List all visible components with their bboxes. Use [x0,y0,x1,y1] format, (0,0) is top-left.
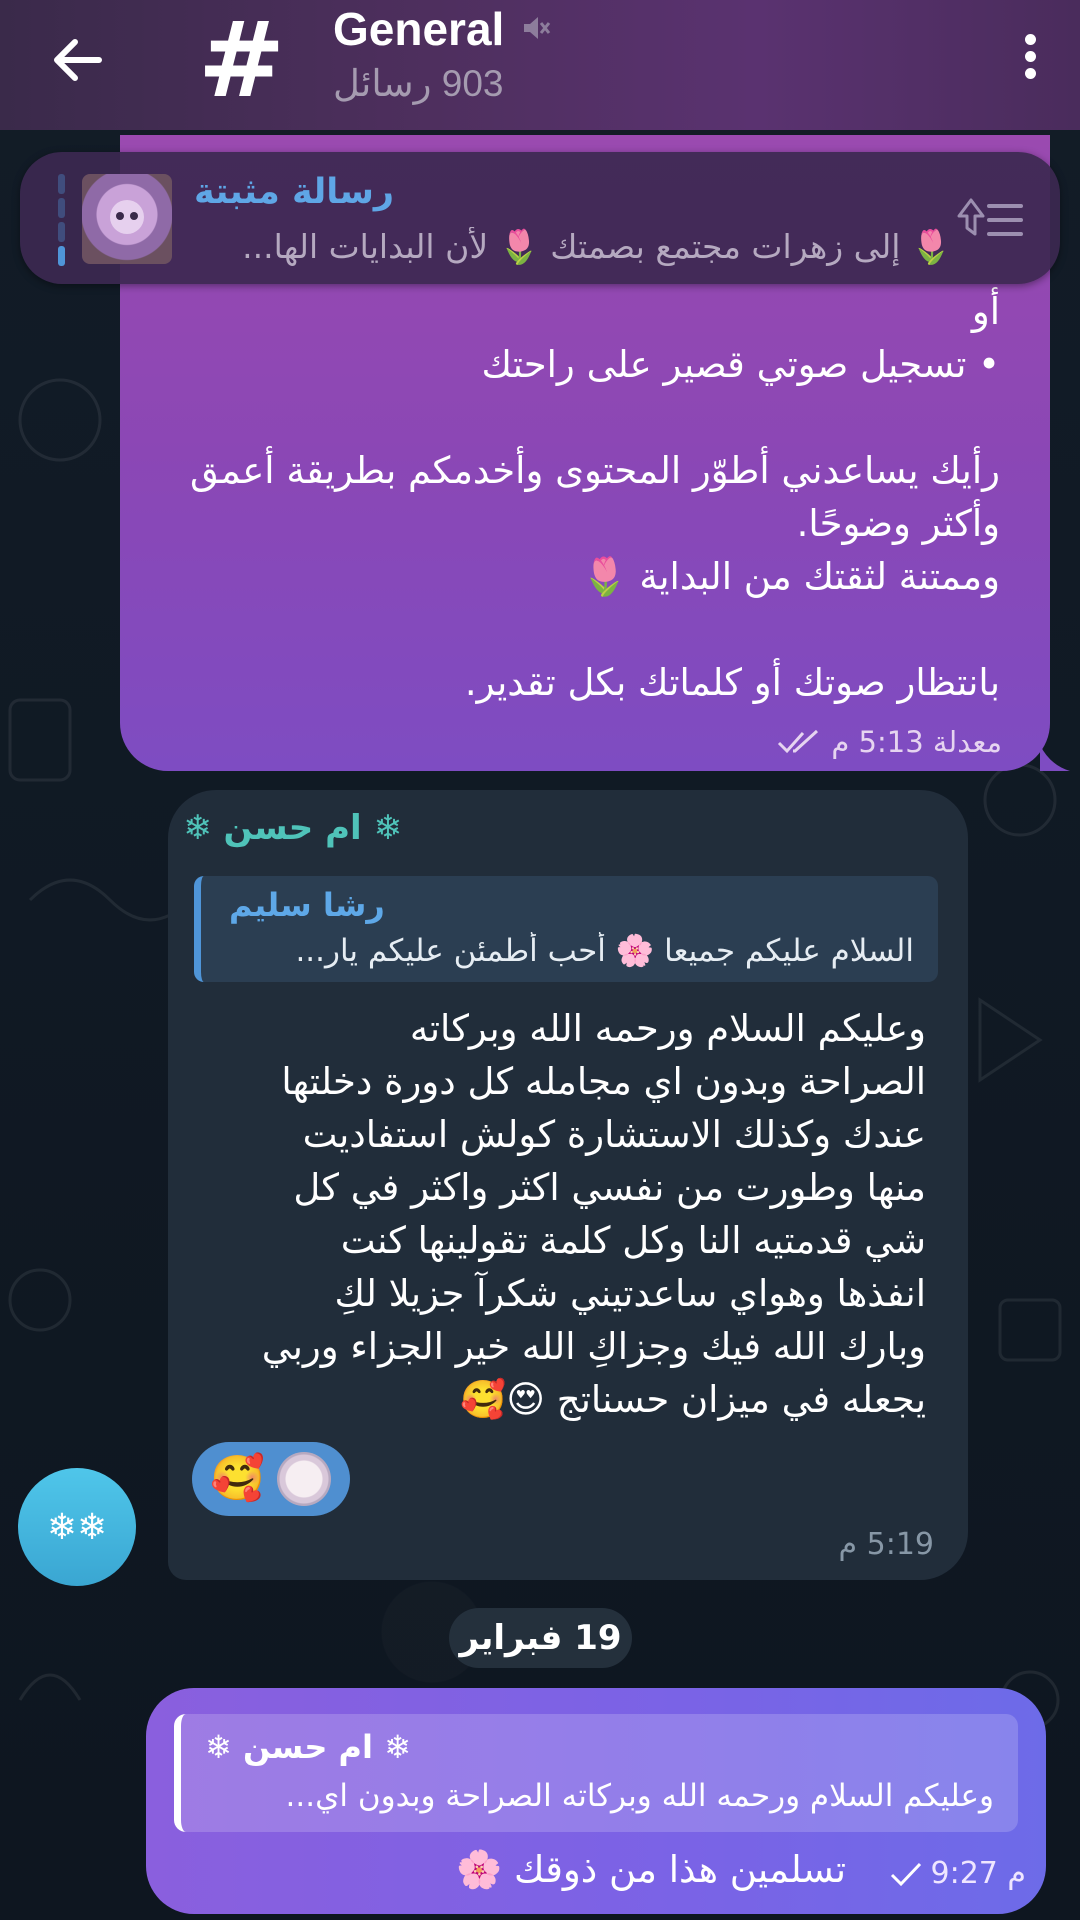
message-meta: معدلة 5:13 م [777,725,1002,759]
message-time: 9:27 م [930,1856,1026,1891]
reaction-chip[interactable]: 🥰 [192,1442,350,1516]
message-line [140,603,1000,656]
pinned-preview: 🌷 إلى زهرات مجتمع بصمتك 🌷 لأن البدايات ا… [242,227,952,266]
reply-quote[interactable]: ❄ ام حسن ❄ وعليكم السلام ورحمه الله وبرك… [174,1714,1018,1832]
message-line: أو [971,290,1000,333]
message-line: رأيك يساعدني أطوّر المحتوى وأخدمكم بطريق… [189,449,1000,492]
date-separator: 19 فبراير [449,1608,632,1668]
pinned-thumbnail [82,174,172,264]
pinned-list-icon[interactable] [955,194,1025,244]
reply-author: ❄ ام حسن ❄ [205,1728,411,1766]
sender-name[interactable]: ❄ ام حسن ❄ [183,808,402,848]
message-line: وممتنة لثقتك من البداية 🌷 [581,555,1000,598]
double-check-icon [778,729,819,754]
reply-preview: وعليكم السلام ورحمه الله وبركاته الصراحة… [285,1778,994,1814]
sender-avatar[interactable]: ❄❄ [18,1468,136,1586]
outgoing-message-bubble[interactable]: ❄ ام حسن ❄ وعليكم السلام ورحمه الله وبرك… [146,1688,1046,1914]
message-count: 903 رسائل [333,63,504,104]
reply-author: رشا سليم [229,886,385,924]
single-check-icon [890,1862,921,1886]
more-menu-icon[interactable] [1016,28,1044,92]
reaction-emoji: 🥰 [210,1453,265,1504]
incoming-message-bubble[interactable]: ❄ ام حسن ❄ رشا سليم السلام عليكم جميعا 🌸… [168,790,968,1580]
chat-header: # General 903 رسائل [0,0,1080,130]
message-line: وأكثر وضوحًا. [796,502,1000,545]
message-line: بانتظار صوتك أو كلماتك بكل تقدير. [464,661,1000,704]
pinned-message-bar[interactable]: رسالة مثبتة 🌷 إلى زهرات مجتمع بصمتك 🌷 لأ… [20,152,1060,284]
message-time: 5:19 م [838,1527,935,1562]
message-text: أو • تسجيل صوتي قصير على راحتك رأيك يساع… [140,285,1000,709]
topic-hash-icon[interactable]: # [198,8,288,112]
message-line: • تسجيل صوتي قصير على راحتك [481,343,1000,386]
bubble-tail [1040,745,1070,771]
reply-quote[interactable]: رشا سليم السلام عليكم جميعا 🌸 أحب أطمئن … [194,876,938,982]
message-meta: 9:27 م [889,1856,1026,1891]
reply-preview: السلام عليكم جميعا 🌸 أحب أطمئن عليكم يار… [295,933,914,969]
reactor-avatar [276,1452,331,1506]
message-time: معدلة 5:13 م [831,725,1002,759]
pinned-label: رسالة مثبتة [194,172,395,212]
muted-speaker-icon [524,17,551,39]
pinned-indicator [58,174,65,266]
message-text: تسلمين هذا من ذوقك 🌸 [456,1848,846,1891]
back-arrow-icon[interactable] [45,28,109,92]
message-line [140,391,1000,444]
chat-title[interactable]: General [333,2,504,56]
message-text: وعليكم السلام ورحمه الله وبركاته الصراحة… [261,1007,926,1421]
